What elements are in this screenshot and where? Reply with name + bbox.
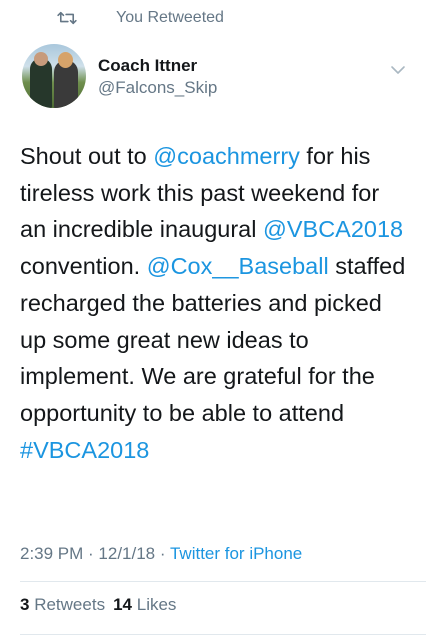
chevron-down-icon[interactable]	[390, 62, 406, 78]
tweet-stats: 3 Retweets 14 Likes	[20, 595, 176, 615]
tweet-date: 12/1/18	[98, 544, 156, 563]
tweet-text-segment: convention.	[20, 253, 147, 280]
likes-label: Likes	[136, 595, 177, 614]
retweet-label: You Retweeted	[116, 9, 224, 26]
likes-count: 14	[113, 595, 132, 614]
hashtag-link[interactable]: #VBCA2018	[20, 437, 149, 463]
mention-link[interactable]: @Cox__Baseball	[147, 253, 329, 279]
meta-separator: ·	[155, 544, 170, 563]
divider	[20, 634, 426, 635]
avatar[interactable]	[22, 44, 86, 108]
tweet-text-segment: Shout out to	[20, 143, 154, 169]
author-names[interactable]: Coach Ittner @Falcons_Skip	[98, 56, 217, 99]
retweets-count: 3	[20, 595, 30, 614]
mention-link[interactable]: @VBCA2018	[263, 216, 403, 242]
tweet-text: Shout out to @coachmerry for his tireles…	[20, 138, 410, 468]
tweet-meta: 2:39 PM · 12/1/18 · Twitter for iPhone	[20, 544, 302, 564]
retweets-stat[interactable]: 3 Retweets	[20, 595, 105, 614]
avatar-figure	[58, 52, 73, 68]
likes-stat[interactable]: 14 Likes	[113, 595, 176, 614]
retweet-icon	[56, 9, 86, 27]
avatar-figure	[34, 52, 48, 66]
divider	[20, 581, 426, 582]
tweet-detail-screen: You Retweeted Coach Ittner @Falcons_Skip…	[0, 0, 426, 640]
tweet-time: 2:39 PM	[20, 544, 84, 563]
mention-link[interactable]: @coachmerry	[153, 143, 300, 169]
author-display-name[interactable]: Coach Ittner	[98, 56, 217, 76]
retweets-label: Retweets	[34, 595, 106, 614]
author-handle[interactable]: @Falcons_Skip	[98, 77, 217, 99]
tweet-source-link[interactable]: Twitter for iPhone	[170, 544, 302, 563]
meta-separator: ·	[83, 544, 99, 563]
author-row[interactable]: Coach Ittner @Falcons_Skip	[22, 44, 408, 108]
retweet-banner: You Retweeted	[56, 9, 224, 27]
